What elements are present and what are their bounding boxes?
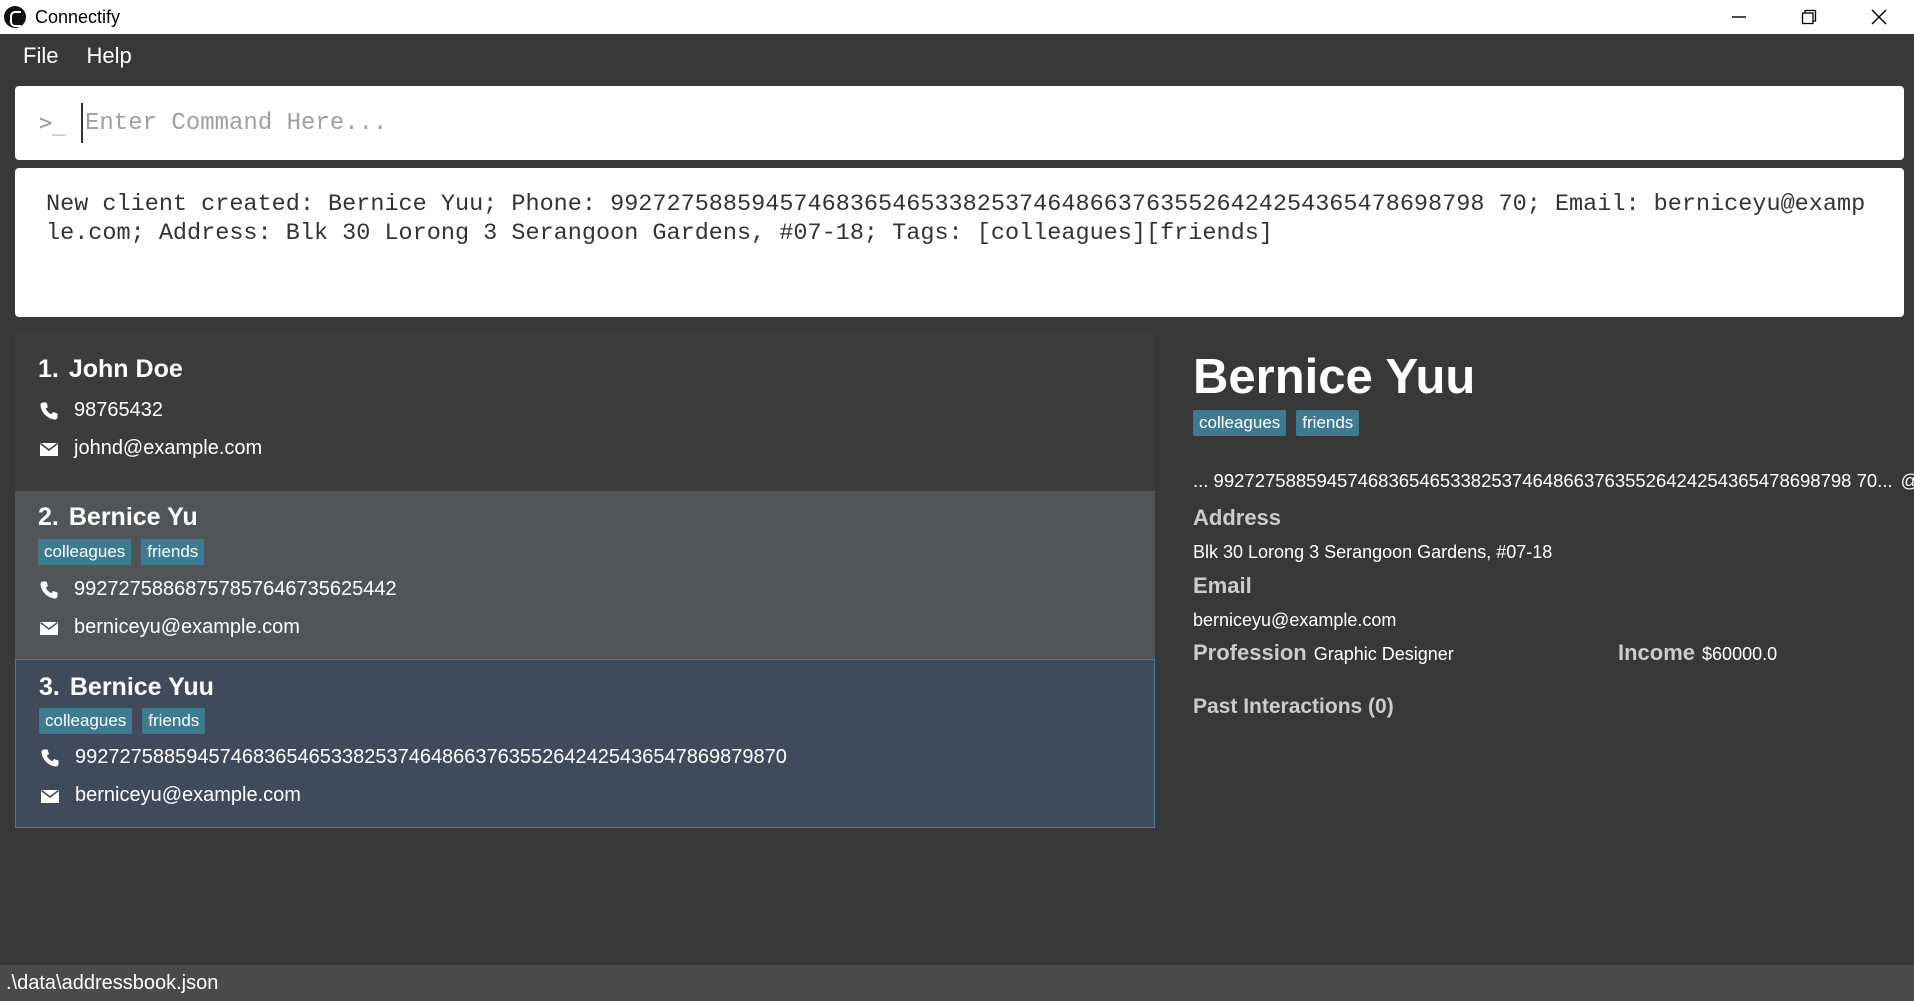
detail-email: berniceyu@example.com <box>1193 610 1397 630</box>
client-card[interactable]: 1. John Doe 98765432 johnd@example.com <box>15 333 1155 491</box>
client-email-text: berniceyu@example.com <box>74 616 300 638</box>
result-text: New client created: Bernice Yuu; Phone: … <box>46 191 1866 247</box>
client-phone-text: 98765432 <box>74 399 163 421</box>
client-name-text: John Doe <box>68 355 183 383</box>
income-label: Income <box>1618 640 1696 665</box>
app-logo-icon <box>4 6 26 28</box>
restore-button[interactable] <box>1774 0 1844 34</box>
data-file-path: .\data\addressbook.json <box>6 971 219 994</box>
close-icon <box>1871 9 1887 25</box>
client-phone-text: 9927275885945746836546533825374648663763… <box>75 746 787 768</box>
client-email: berniceyu@example.com <box>40 784 301 807</box>
detail-profession: Profession Graphic Designer <box>1193 640 1454 666</box>
tag: colleagues <box>1193 410 1287 436</box>
tag: friends <box>1296 410 1360 436</box>
address-label: Address <box>1193 505 1282 530</box>
client-name: 2. Bernice Yu <box>38 503 198 532</box>
client-tags: colleagues friends <box>39 708 206 734</box>
tag: colleagues <box>39 708 133 734</box>
client-email-text: berniceyu@example.com <box>75 784 301 806</box>
detail-address: Blk 30 Lorong 3 Serangoon Gardens, #07-1… <box>1193 542 1553 562</box>
profession-value: Graphic Designer <box>1313 644 1454 664</box>
client-name-text: Bernice Yu <box>68 503 198 531</box>
restore-icon <box>1801 9 1817 25</box>
window-title: Connectify <box>35 6 121 27</box>
menu-bar: File Help <box>0 34 1914 78</box>
status-bar: .\data\addressbook.json <box>0 965 1914 1001</box>
menu-file[interactable]: File <box>23 43 58 69</box>
client-name: 3. Bernice Yuu <box>39 673 214 702</box>
menu-help[interactable]: Help <box>86 43 131 69</box>
phone-icon <box>40 402 58 419</box>
client-phone: 98765432 <box>39 399 163 422</box>
client-card-selected[interactable]: 3. Bernice Yuu colleagues friends 9927275… <box>15 659 1155 828</box>
detail-income: Income $60000.0 <box>1618 640 1777 666</box>
detail-handle: @yuyu <box>1901 470 1914 491</box>
mail-icon <box>40 621 58 635</box>
income-value: $60000.0 <box>1702 644 1778 664</box>
client-index: 3. <box>39 673 60 701</box>
client-phone-text: 99272758868757857646735625442 <box>74 578 397 600</box>
client-name: 1. John Doe <box>38 355 183 384</box>
minimize-button[interactable] <box>1704 0 1774 34</box>
client-name-text: Bernice Yuu <box>69 673 214 701</box>
tag: friends <box>141 539 205 565</box>
result-display: New client created: Bernice Yuu; Phone: … <box>15 168 1904 317</box>
email-label: Email <box>1193 573 1252 598</box>
client-tags: colleagues friends <box>38 539 205 565</box>
detail-phone: ... 992727588594574683654653382537464866… <box>1193 470 1914 492</box>
minimize-icon <box>1732 16 1746 18</box>
window-controls <box>1704 0 1914 34</box>
close-button[interactable] <box>1844 0 1914 34</box>
detail-phone-text: ... 992727588594574683654653382537464866… <box>1193 470 1893 491</box>
client-index: 2. <box>38 503 59 531</box>
past-interactions-heading: Past Interactions (0) <box>1193 695 1394 718</box>
detail-tags: colleagues friends <box>1193 410 1360 436</box>
client-email: johnd@example.com <box>39 437 262 460</box>
client-list[interactable]: 1. John Doe 98765432 johnd@example.com 2.… <box>15 333 1155 828</box>
profession-label: Profession <box>1193 640 1307 665</box>
command-box: >_ <box>15 86 1904 160</box>
mail-icon <box>41 789 59 803</box>
client-phone: 9927275885945746836546533825374648663763… <box>40 746 787 769</box>
client-email: berniceyu@example.com <box>39 616 300 639</box>
client-index: 1. <box>38 355 59 383</box>
tag: friends <box>142 708 206 734</box>
phone-icon <box>40 581 58 598</box>
phone-icon <box>41 749 59 766</box>
tag: colleagues <box>38 539 132 565</box>
detail-name: Bernice Yuu <box>1193 350 1476 404</box>
client-detail-panel: Bernice Yuu colleagues friends ... 99272… <box>1193 333 1914 828</box>
client-phone: 99272758868757857646735625442 <box>39 578 397 601</box>
title-bar: Connectify <box>0 0 1914 34</box>
client-email-text: johnd@example.com <box>74 437 263 459</box>
command-input[interactable] <box>81 103 1861 143</box>
terminal-icon: >_ <box>39 110 66 136</box>
client-card[interactable]: 2. Bernice Yu colleagues friends 99272758… <box>15 491 1155 659</box>
mail-icon <box>40 442 58 456</box>
